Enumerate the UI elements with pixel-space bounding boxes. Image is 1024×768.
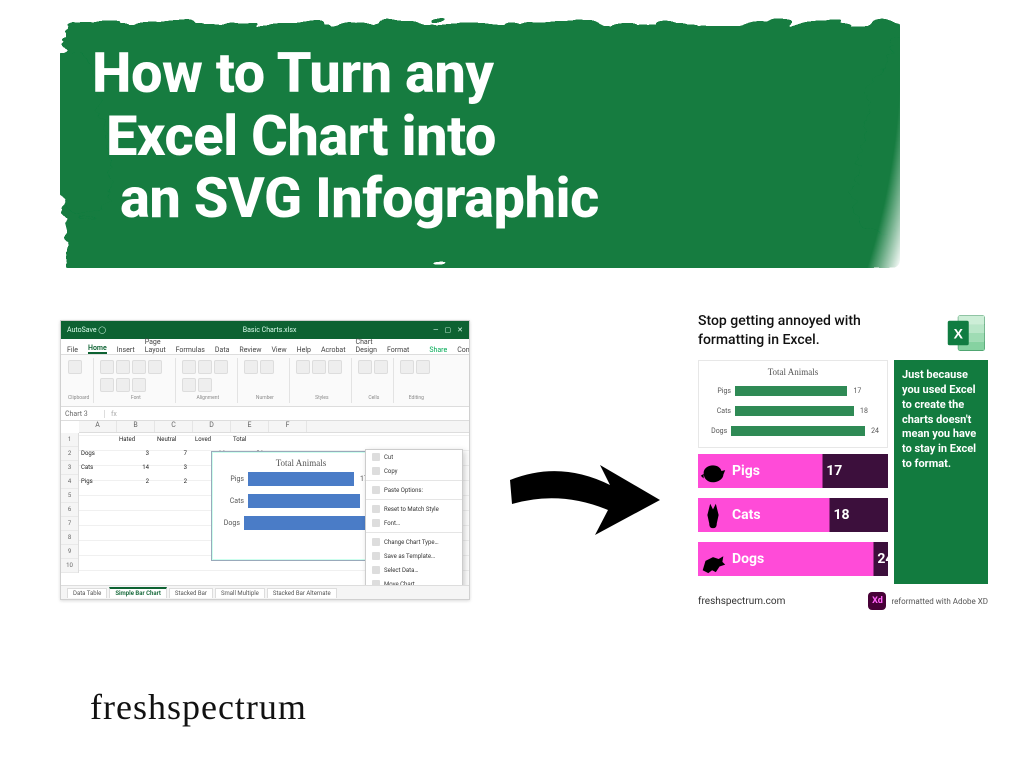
bar-row: Pigs17 — [220, 468, 382, 490]
context-item-icon — [372, 566, 380, 574]
arrow-icon — [500, 440, 670, 550]
bar-row: Cats18 — [220, 490, 382, 512]
ribbon-tab-view: View — [271, 346, 286, 354]
green-callout: Just because you used Excel to create th… — [894, 360, 988, 584]
excel-formula-bar: Chart 3 fx — [61, 407, 469, 421]
context-item: Save as Template… — [366, 549, 462, 563]
autosave-label: AutoSave ◯ — [67, 326, 106, 334]
ribbon-tab-review: Review — [239, 346, 261, 354]
ribbon-tab-home: Home — [88, 344, 107, 354]
context-item: Copy — [366, 464, 462, 478]
comments-button: Comments — [457, 346, 470, 354]
ribbon-tab-insert: Insert — [117, 346, 135, 354]
dogs-icon — [696, 542, 730, 576]
window-maximize-icon: ▢ — [445, 326, 452, 334]
infographic-panel: Stop getting annoyed with formatting in … — [698, 312, 988, 610]
ribbon-tab-file: File — [67, 346, 78, 354]
sheet-tab: Small Multiple — [215, 588, 265, 598]
context-item: Font… — [366, 516, 462, 530]
styled-bar-cats: Cats18 — [698, 498, 888, 532]
excel-screenshot: AutoSave ◯ Basic Charts.xlsx — ▢ ✕ File … — [60, 320, 470, 600]
adobe-xd-badge: Xd reformatted with Adobe XD — [868, 592, 988, 610]
paste-icon — [68, 360, 82, 374]
context-item: Paste Options: — [366, 483, 462, 497]
context-item: Select Data… — [366, 563, 462, 577]
cats-icon — [696, 498, 730, 532]
context-item-icon — [372, 519, 380, 527]
styled-infographic-chart: Pigs17 Cats18 Dogs24 — [698, 454, 888, 584]
ribbon-tab-formulas: Formulas — [176, 346, 205, 354]
window-close-icon: ✕ — [457, 326, 463, 334]
page-title: How to Turn any Excel Chart into an SVG … — [92, 42, 860, 230]
bar-row: Cats18 — [707, 401, 879, 421]
sheet-tab: Stacked Bar Alternate — [267, 588, 337, 598]
ribbon-tab-help: Help — [297, 346, 311, 354]
svg-text:X: X — [954, 325, 964, 341]
mini-chart-title: Total Animals — [707, 367, 879, 377]
pigs-icon — [696, 454, 730, 488]
context-item-icon — [372, 599, 380, 600]
context-item: Cut — [366, 450, 462, 464]
share-button: Share — [429, 346, 447, 354]
title-line-1: How to Turn any — [92, 40, 494, 106]
excel-filename: Basic Charts.xlsx — [243, 326, 297, 334]
excel-ribbon-tabs: File Home Insert Page Layout Formulas Da… — [61, 339, 469, 355]
excel-logo-icon: X — [946, 312, 988, 354]
ribbon-tab-pagelayout: Page Layout — [145, 338, 166, 354]
infographic-site: freshspectrum.com — [698, 596, 785, 607]
ribbon-tab-data: Data — [215, 346, 230, 354]
context-item-icon — [372, 453, 380, 461]
ribbon-tab-chartdesign: Chart Design — [356, 338, 377, 354]
context-item: Reset to Match Style — [366, 502, 462, 516]
window-minimize-icon: — — [433, 326, 438, 334]
excel-sheet-tabs: Data TableSimple Bar ChartStacked BarSma… — [61, 585, 469, 599]
excel-ribbon: Clipboard Font Alignment Number Styles C… — [61, 355, 469, 407]
title-line-2: Excel Chart into — [92, 103, 496, 169]
bar-row: Dogs24 — [707, 421, 879, 441]
sheet-tab: Data Table — [67, 588, 107, 598]
excel-grid: ABCDEF 12345678910 HatedNeutralLovedTota… — [61, 421, 469, 585]
excel-titlebar: AutoSave ◯ Basic Charts.xlsx — ▢ ✕ — [61, 321, 469, 339]
brand-wordmark: freshspectrum — [90, 686, 307, 728]
context-item-icon — [372, 552, 380, 560]
styled-bar-pigs: Pigs17 — [698, 454, 888, 488]
styled-bar-dogs: Dogs24 — [698, 542, 888, 576]
excel-embedded-chart: Total Animals Pigs17Cats18Dogs24 — [211, 451, 391, 561]
ribbon-tab-format: Format — [387, 346, 409, 354]
mini-green-chart: Total Animals Pigs17Cats18Dogs24 — [698, 360, 888, 448]
context-item-icon — [372, 538, 380, 546]
infographic-headline: Stop getting annoyed with formatting in … — [698, 312, 878, 350]
bar-row: Dogs24 — [220, 512, 382, 534]
context-item-icon — [372, 486, 380, 494]
sheet-tab: Stacked Bar — [169, 588, 213, 598]
context-item: Change Chart Type… — [366, 535, 462, 549]
excel-chart-title: Total Animals — [220, 458, 382, 468]
ribbon-tab-acrobat: Acrobat — [321, 346, 346, 354]
context-item-icon — [372, 505, 380, 513]
title-banner: How to Turn any Excel Chart into an SVG … — [60, 18, 900, 268]
context-item-icon — [372, 467, 380, 475]
sheet-tab: Simple Bar Chart — [109, 587, 167, 598]
excel-context-menu: CutCopy Paste Options: Reset to Match Styl… — [365, 449, 463, 600]
adobe-xd-icon: Xd — [868, 592, 886, 610]
title-line-3: an SVG Infographic — [92, 165, 599, 231]
bar-row: Pigs17 — [707, 381, 879, 401]
